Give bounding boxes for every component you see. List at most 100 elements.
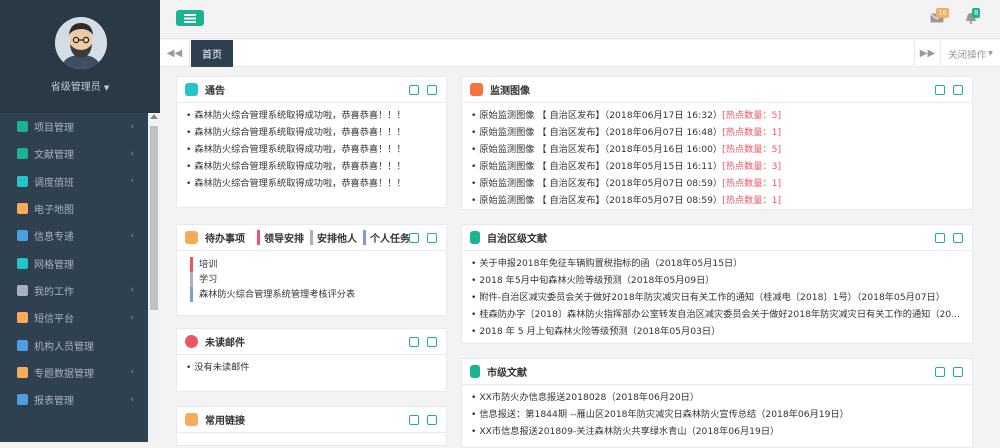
- list-item[interactable]: • 2018 年5月中旬森林火险等级预测（2018年05月09日）: [471, 272, 963, 289]
- monitor-item[interactable]: • 原始监测图像 【 自治区发布】（2018年06月17日 16:32）[热点数…: [471, 107, 963, 124]
- sidebar-item[interactable]: 电子地图: [0, 195, 148, 222]
- sidebar-item[interactable]: 短信平台 ‹: [0, 304, 148, 331]
- monitor-item-text: 原始监测图像 【 自治区发布】（2018年05月07日 08:59）: [479, 178, 723, 189]
- sidebar-item[interactable]: 机构人员管理: [0, 331, 148, 358]
- menu-icon: [17, 175, 28, 187]
- chevron-left-icon: ‹: [130, 148, 134, 159]
- expand-icon[interactable]: [953, 367, 963, 377]
- scrollbar-thumb[interactable]: [150, 126, 158, 310]
- tab-scroll-left-button[interactable]: ◀◀: [160, 40, 190, 67]
- sidebar-item-label: 电子地图: [34, 205, 74, 217]
- list-item-text: 桂森防办字〔2018〕森林防火指挥部办公室转发自治区减灾委员会关于做好2018年…: [479, 309, 960, 320]
- panel-title: 自治区级文献: [487, 234, 547, 245]
- expand-icon[interactable]: [427, 337, 437, 347]
- tab-scroll-right-button[interactable]: ▶▶: [914, 40, 940, 67]
- list-item[interactable]: • 桂森防办字〔2018〕森林防火指挥部办公室转发自治区减灾委员会关于做好201…: [471, 306, 963, 323]
- chevron-left-icon: ‹: [130, 230, 134, 241]
- monitor-item[interactable]: • 原始监测图像 【 自治区发布】（2018年05月15日 16:11）[热点数…: [471, 158, 963, 175]
- sidebar-item-label: 项目管理: [34, 123, 74, 135]
- todo-item[interactable]: 培训: [190, 257, 437, 272]
- list-item[interactable]: • XX市防火办信息报送2018028（2018年06月20日）: [471, 389, 963, 406]
- list-item[interactable]: • 关于申报2018年免征车辆购置税指标的函（2018年05月15日）: [471, 255, 963, 272]
- collapse-icon[interactable]: [409, 85, 419, 95]
- scroll-up-arrow-icon[interactable]: [150, 114, 158, 119]
- collapse-icon[interactable]: [935, 85, 945, 95]
- sidebar-item[interactable]: 信息专递 ‹: [0, 222, 148, 249]
- chevron-left-icon: ‹: [130, 312, 134, 323]
- mail-icon: [185, 335, 198, 348]
- expand-icon[interactable]: [953, 85, 963, 95]
- menu-icon: [17, 312, 28, 324]
- tab-assign[interactable]: 安排他人: [310, 230, 357, 245]
- list-item[interactable]: • 森林防火综合管理系统取得成功啦，恭喜恭喜！！！: [186, 107, 437, 124]
- list-item[interactable]: • 信息报送：第1844期 --雁山区2018年防灾减灾日森林防火宣传总结（20…: [471, 406, 963, 423]
- sidebar-item[interactable]: 文献管理 ‹: [0, 140, 148, 167]
- list-item[interactable]: • 森林防火综合管理系统取得成功啦，恭喜恭喜！！！: [186, 158, 437, 175]
- expand-icon[interactable]: [427, 233, 437, 243]
- city-docs-list: • XX市防火办信息报送2018028（2018年06月20日） • 信息报送：第…: [462, 385, 972, 444]
- collapse-icon[interactable]: [409, 233, 419, 243]
- list-item[interactable]: • 森林防火综合管理系统取得成功啦，恭喜恭喜！！！: [186, 141, 437, 158]
- expand-icon[interactable]: [427, 85, 437, 95]
- expand-icon[interactable]: [427, 415, 437, 425]
- collapse-icon[interactable]: [935, 233, 945, 243]
- panel-title: 未读邮件: [205, 338, 245, 349]
- document-icon: [470, 231, 480, 244]
- monitor-item[interactable]: • 原始监测图像 【 自治区发布】（2018年06月07日 16:48）[热点数…: [471, 124, 963, 141]
- monitor-item[interactable]: • 原始监测图像 【 自治区发布】（2018年05月07日 08:59）[热点数…: [471, 192, 963, 209]
- monitor-item-text: 原始监测图像 【 自治区发布】（2018年06月07日 16:48）: [479, 127, 723, 138]
- hotspot-count: [热点数量：5]: [722, 144, 782, 155]
- username-dropdown[interactable]: 省级管理员 ▼: [0, 78, 160, 93]
- monitor-item-text: 原始监测图像 【 自治区发布】（2018年06月17日 16:32）: [479, 110, 723, 121]
- list-item-text: 附件-自治区减灾委员会关于做好2018年防灾减灾日有关工作的通知（桂减电〔201…: [479, 292, 945, 303]
- list-item[interactable]: • XX市信息报送201809-关注森林防火共享绿水青山（2018年06月19日…: [471, 423, 963, 440]
- list-item[interactable]: • 森林防火综合管理系统取得成功啦，恭喜恭喜！！！: [186, 124, 437, 141]
- tab-leader[interactable]: 领导安排: [257, 230, 304, 245]
- username: 省级管理员: [50, 82, 101, 93]
- panel-title: 常用链接: [205, 416, 245, 427]
- envelope-icon: [185, 231, 198, 244]
- sidebar-item[interactable]: 报表管理 ‹: [0, 386, 148, 413]
- list-item[interactable]: • 附件-自治区减灾委员会关于做好2018年防灾减灾日有关工作的通知（桂减电〔2…: [471, 289, 963, 306]
- chevron-left-icon: ‹: [130, 176, 134, 187]
- menu-toggle-button[interactable]: [176, 10, 204, 26]
- sidebar-item-label: 调度值班: [34, 177, 74, 189]
- sidebar-item[interactable]: 项目管理 ‹: [0, 113, 148, 140]
- expand-icon[interactable]: [953, 233, 963, 243]
- panel-title: 监测图像: [490, 86, 530, 97]
- tab-bar: ◀◀ 首页 ▶▶ 关闭操作 ▼: [160, 40, 1000, 67]
- mail-panel: 未读邮件 • 没有未读邮件: [176, 328, 447, 392]
- top-navbar: 16 8: [160, 0, 1000, 39]
- monitor-list: • 原始监测图像 【 自治区发布】（2018年06月17日 16:32）[热点数…: [462, 103, 972, 213]
- list-item-text: 没有未读邮件: [194, 362, 250, 373]
- list-item[interactable]: • 森林防火综合管理系统取得成功啦，恭喜恭喜！！！: [186, 175, 437, 192]
- collapse-icon[interactable]: [935, 367, 945, 377]
- tab-home[interactable]: 首页: [191, 40, 233, 67]
- monitor-item[interactable]: • 原始监测图像 【 自治区发布】（2018年05月07日 08:59）[热点数…: [471, 175, 963, 192]
- close-operations-dropdown[interactable]: 关闭操作 ▼: [940, 40, 1000, 67]
- list-item[interactable]: • 没有未读邮件: [186, 359, 437, 376]
- sidebar-item[interactable]: 我的工作 ‹: [0, 277, 148, 304]
- menu-icon: [17, 339, 28, 351]
- todo-item[interactable]: 森林防火综合管理系统管理考核评分表: [190, 287, 437, 302]
- notice-panel: 通告 • 森林防火综合管理系统取得成功啦，恭喜恭喜！！！ • 森林防火综合管理系统…: [176, 76, 447, 208]
- sidebar-item[interactable]: 网格管理: [0, 249, 148, 276]
- sidebar-item[interactable]: 专题数据管理 ‹: [0, 359, 148, 386]
- todo-tabs: 领导安排 安排他人 个人任务: [257, 230, 410, 245]
- monitor-item[interactable]: • 原始监测图像 【 自治区发布】（2018年05月16日 16:00）[热点数…: [471, 141, 963, 158]
- todo-item[interactable]: 学习: [190, 272, 437, 287]
- menu-icon: [17, 284, 28, 296]
- list-item[interactable]: • 2018 年 5 月上旬森林火险等级预测（2018年05月03日）: [471, 323, 963, 340]
- avatar[interactable]: [55, 17, 107, 69]
- collapse-icon[interactable]: [409, 415, 419, 425]
- hotspot-count: [热点数量：1]: [722, 195, 782, 206]
- tab-personal[interactable]: 个人任务: [363, 230, 410, 245]
- menu-icon: [17, 203, 28, 215]
- sidebar-item[interactable]: 调度值班 ‹: [0, 168, 148, 195]
- collapse-icon[interactable]: [409, 337, 419, 347]
- menu-icon: [17, 394, 28, 406]
- sidebar-item-label: 我的工作: [34, 286, 74, 298]
- panel-header: 通告: [177, 77, 446, 103]
- chevron-left-icon: ‹: [130, 394, 134, 405]
- sidebar-item-label: 文献管理: [34, 150, 74, 162]
